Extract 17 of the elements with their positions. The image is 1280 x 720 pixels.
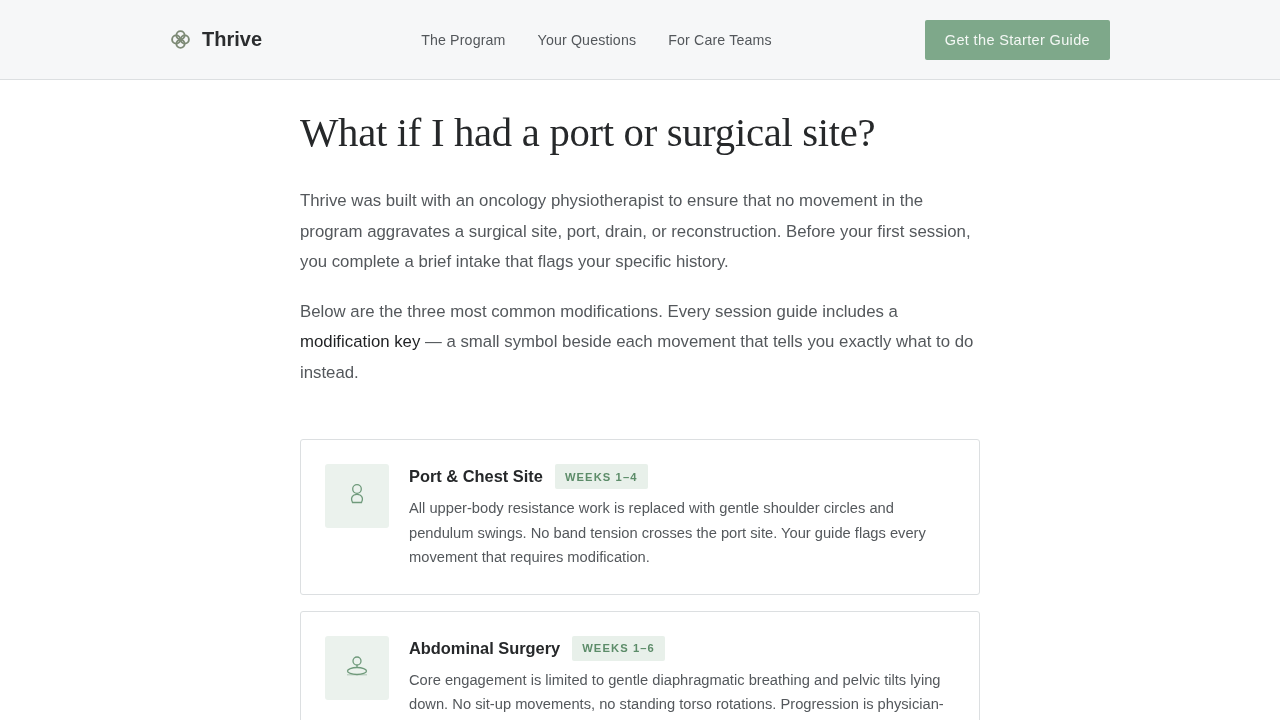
weeks-tag: WEEKS 1–4 xyxy=(554,464,648,489)
brand-name: Thrive xyxy=(202,28,263,51)
nav-link[interactable]: Your Questions xyxy=(537,31,637,48)
card-title: Abdominal Surgery xyxy=(409,638,561,658)
card-text: Core engagement is limited to gentle diaphragmatic breathing and pelvic tilts lying down. No sit-up movements, no standing torso rotations. Progression is physician- xyxy=(409,670,945,714)
nav-link[interactable]: The Program xyxy=(421,31,506,48)
question-title: What if I had a port or surgical site? xyxy=(300,110,877,156)
weeks-tag: WEEKS 1–6 xyxy=(572,635,665,661)
person-bust-icon xyxy=(325,464,389,528)
nav-link[interactable]: For Care Teams xyxy=(668,31,772,48)
knot-logo-icon xyxy=(170,29,191,50)
brand-link[interactable]: Thrive xyxy=(170,28,263,51)
person-with-ring-icon xyxy=(325,635,389,700)
card-title: Port & Chest Site xyxy=(409,467,543,486)
body-paragraph: Thrive was built with an oncology physiotherapist to ensure that no movement in the program aggravates a surgical site, port, drain, or reconstruction. Before your first session, you complete a brief intake that flags your specific history. xyxy=(300,190,972,273)
body-paragraph: Below are the three most common modifications. Every session guide includes a modification key — a small symbol beside each movement that tells you exactly what to do instead. xyxy=(300,300,975,384)
card-text: All upper-body resistance work is replaced with gentle shoulder circles and pendulum swings. No band tension crosses the port site. Your guide flags every movement that requires modification. xyxy=(409,499,927,567)
